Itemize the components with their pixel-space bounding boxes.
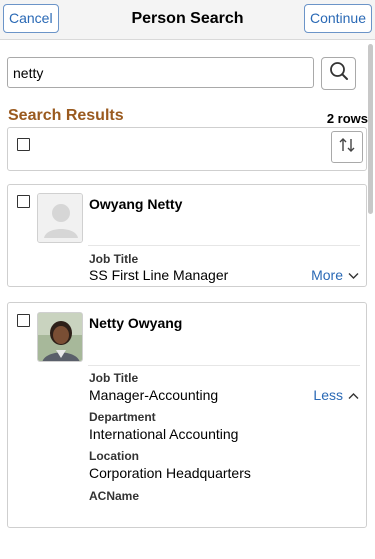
continue-button[interactable]: Continue	[303, 4, 372, 33]
scrollbar[interactable]	[368, 44, 373, 214]
department-label: Department	[89, 410, 156, 424]
chevron-up-icon	[348, 387, 359, 403]
less-toggle[interactable]: Less	[313, 387, 359, 403]
result-card: Netty Owyang Job Title Manager-Accountin…	[7, 302, 367, 528]
row-checkbox[interactable]	[17, 195, 30, 208]
search-icon	[329, 61, 349, 86]
job-title-label: Job Title	[89, 371, 139, 385]
select-all-checkbox[interactable]	[17, 138, 30, 151]
rows-count: 2 rows	[326, 111, 368, 126]
location-value: Corporation Headquarters	[89, 465, 251, 481]
less-label: Less	[313, 387, 343, 403]
result-card: Owyang Netty Job Title SS First Line Man…	[7, 184, 367, 287]
row-checkbox[interactable]	[17, 314, 30, 327]
job-title-value: SS First Line Manager	[89, 267, 229, 283]
job-title-value: Manager-Accounting	[89, 387, 219, 403]
avatar	[37, 312, 83, 362]
more-toggle[interactable]: More	[311, 267, 359, 283]
more-label: More	[311, 267, 343, 283]
sort-button[interactable]	[331, 131, 363, 163]
location-label: Location	[89, 449, 139, 463]
person-name[interactable]: Owyang Netty	[89, 196, 182, 212]
job-title-label: Job Title	[89, 252, 139, 266]
page-header: Cancel Person Search Continue	[0, 0, 375, 40]
search-results-title: Search Results	[8, 107, 124, 124]
divider	[88, 365, 360, 366]
sort-icon	[338, 136, 356, 159]
search-input[interactable]	[7, 57, 314, 88]
acname-label: ACName	[89, 489, 140, 503]
search-button[interactable]	[321, 57, 356, 90]
results-toolbar	[7, 127, 367, 171]
chevron-down-icon	[348, 267, 359, 283]
divider	[88, 245, 360, 246]
person-name[interactable]: Netty Owyang	[89, 315, 182, 331]
department-value: International Accounting	[89, 426, 239, 442]
avatar	[37, 193, 83, 243]
